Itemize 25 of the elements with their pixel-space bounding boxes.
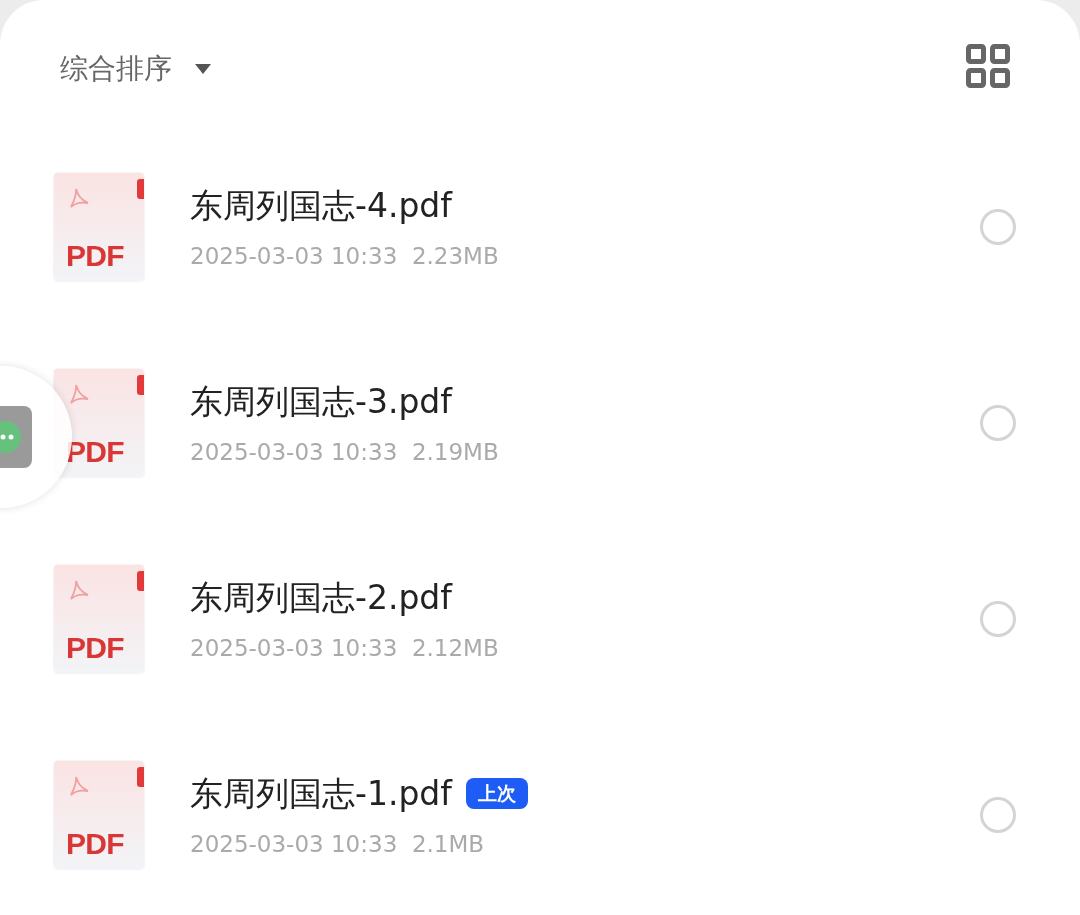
file-meta: 2025-03-03 10:33 2.1MB (190, 829, 486, 859)
pdf-label: PDF (66, 633, 124, 663)
sort-dropdown[interactable]: 综合排序 (60, 44, 212, 90)
select-radio[interactable] (980, 797, 1016, 833)
select-radio[interactable] (980, 601, 1016, 637)
grid-view-icon[interactable] (966, 44, 1010, 88)
last-opened-badge: 上次 (465, 778, 528, 810)
caret-icon (194, 63, 212, 75)
select-radio[interactable] (980, 209, 1016, 245)
select-radio[interactable] (980, 405, 1016, 441)
pdf-label: PDF (66, 829, 124, 859)
file-meta: 2025-03-03 10:33 2.19MB (190, 437, 500, 467)
file-name: 东周列国志-3.pdf (190, 381, 452, 423)
file-meta: 2025-03-03 10:33 2.23MB (190, 241, 500, 271)
curve-icon (68, 775, 90, 797)
file-name: 东周列国志-4.pdf (190, 185, 452, 227)
file-meta: 2025-03-03 10:33 2.12MB (190, 633, 500, 663)
pdf-label: PDF (66, 437, 124, 467)
chat-bubble-icon (0, 406, 32, 468)
pdf-label: PDF (66, 241, 124, 271)
curve-icon (68, 383, 90, 405)
curve-icon (68, 579, 90, 601)
curve-icon (68, 187, 90, 209)
file-name: 东周列国志-1.pdf (190, 773, 452, 815)
file-name: 东周列国志-2.pdf (190, 577, 452, 619)
